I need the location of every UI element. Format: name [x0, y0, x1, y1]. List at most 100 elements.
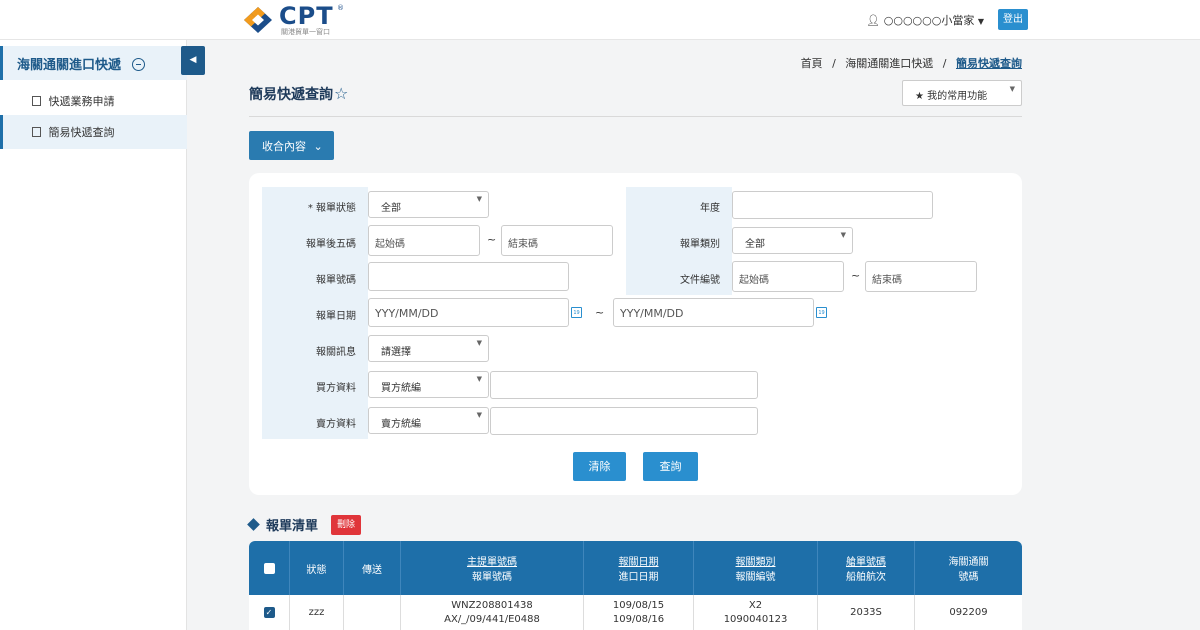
logo-text: CPT	[279, 2, 334, 30]
divider	[249, 116, 1022, 117]
header-select-all[interactable]	[249, 541, 290, 595]
last5-start-placeholder: 起始碼	[375, 239, 405, 250]
buyer-id-select[interactable]: 買方統編 ▼	[368, 371, 489, 398]
cell-declaration: AX/_/09/441/E0488	[444, 613, 540, 625]
favorites-dropdown[interactable]: ★ 我的常用功能 ▼	[902, 80, 1022, 106]
select-all-checkbox[interactable]	[263, 562, 275, 574]
form-icon	[32, 96, 41, 106]
cell-report-date: 109/08/15	[612, 599, 665, 611]
table-cell: 2033S	[818, 595, 915, 630]
cell-import-date: 109/08/16	[612, 613, 665, 625]
type-value: 全部	[745, 239, 765, 250]
header-type[interactable]: 報關類別 報關編號	[694, 541, 818, 595]
collapse-minus-icon[interactable]	[131, 58, 145, 71]
cell-status: zzz	[308, 606, 325, 618]
header-customs: 海關通關 號碼	[915, 541, 1022, 595]
header-declaration-label: 報單號碼	[472, 572, 512, 583]
breadcrumb-middle[interactable]: 海關通關進口快遞	[845, 57, 933, 70]
top-bar: CPT ® 關港貿單一窗口 👤︎ ○○○○○○小當家 ▼ 登出	[0, 0, 1200, 40]
status-select[interactable]: 全部 ▼	[368, 191, 489, 218]
status-label: * 報單狀態	[262, 187, 368, 223]
sidebar: 海關通關進口快遞 快遞業務申請 簡易快遞查詢	[0, 40, 187, 630]
table-cell: 092209	[915, 595, 1022, 630]
breadcrumb-current[interactable]: 簡易快遞查詢	[956, 57, 1022, 70]
diamond-icon	[247, 518, 260, 531]
header-import-date-label: 進口日期	[618, 572, 659, 583]
breadcrumb-home[interactable]: 首頁	[801, 57, 823, 70]
status-value: 全部	[381, 203, 401, 214]
header-status-label: 狀態	[306, 564, 327, 576]
delete-button[interactable]: 刪除	[331, 515, 361, 535]
row-select-cell[interactable]: ✓	[249, 595, 290, 630]
last5-start-input[interactable]: 起始碼	[368, 225, 480, 256]
date-end-placeholder: YYY/MM/DD	[620, 307, 684, 320]
user-icon: 👤︎	[866, 14, 881, 27]
sidebar-item-label: 簡易快遞查詢	[48, 126, 115, 139]
calendar-icon[interactable]: 19	[571, 307, 582, 318]
logout-button[interactable]: 登出	[998, 9, 1028, 30]
docno-label: 文件編號	[626, 259, 732, 295]
number-label: 報單號碼	[262, 259, 368, 295]
sidebar-item-label: 快遞業務申請	[48, 95, 115, 108]
clear-button[interactable]: 清除	[573, 452, 626, 481]
header-type-label[interactable]: 報關類別	[736, 553, 776, 568]
caret-down-icon: ▼	[476, 375, 482, 383]
breadcrumb: 首頁 / 海關通關進口快遞 / 簡易快遞查詢	[801, 55, 1022, 71]
date-end-input[interactable]: YYY/MM/DD	[613, 298, 814, 327]
sidebar-item-simple-express-query[interactable]: 簡易快遞查詢	[0, 115, 187, 149]
calendar-icon[interactable]: 19	[816, 307, 827, 318]
date-start-placeholder: YYY/MM/DD	[375, 307, 439, 320]
caret-down-icon: ▼	[476, 411, 482, 419]
user-name: ○○○○○○小當家	[883, 14, 975, 27]
docno-start-placeholder: 起始碼	[739, 275, 769, 286]
header-manifest-label[interactable]: 艙單號碼	[846, 553, 886, 568]
cell-type-no: 1090040123	[723, 613, 788, 625]
page-title: 簡易快遞查詢	[249, 87, 333, 103]
range-tilde: ~	[487, 233, 497, 246]
table-cell: WNZ208801438 AX/_/09/441/E0488	[401, 595, 584, 630]
docno-start-input[interactable]: 起始碼	[732, 261, 844, 292]
table-cell: X2 1090040123	[694, 595, 818, 630]
seller-input[interactable]	[490, 407, 758, 435]
header-report-date-label[interactable]: 報關日期	[619, 553, 659, 568]
user-menu[interactable]: 👤︎ ○○○○○○小當家 ▼	[866, 12, 984, 28]
row-checkbox[interactable]: ✓	[263, 607, 275, 618]
last5-end-input[interactable]: 結束碼	[501, 225, 613, 256]
collapse-content-button[interactable]: 收合內容 ⌄	[249, 131, 334, 160]
number-input[interactable]	[368, 262, 569, 291]
breadcrumb-separator: /	[942, 57, 947, 70]
sidebar-item-express-application[interactable]: 快遞業務申請	[0, 84, 187, 118]
favorite-star-icon[interactable]: ☆	[334, 84, 348, 103]
clipboard-icon	[32, 127, 41, 137]
buyer-input[interactable]	[490, 371, 758, 399]
header-status: 狀態	[290, 541, 344, 595]
search-button[interactable]: 查詢	[643, 452, 698, 481]
range-tilde: ~	[595, 306, 605, 319]
message-label: 報關訊息	[262, 331, 368, 367]
seller-id-select[interactable]: 賣方統編 ▼	[368, 407, 489, 434]
message-select[interactable]: 請選擇 ▼	[368, 335, 489, 362]
header-vessel[interactable]: 艙單號碼 船舶航次	[818, 541, 915, 595]
caret-down-icon: ▼	[840, 231, 846, 239]
last5-end-placeholder: 結束碼	[508, 239, 538, 250]
header-master-label[interactable]: 主提單號碼	[467, 553, 517, 568]
year-label: 年度	[626, 187, 732, 223]
favorites-label: 我的常用功能	[927, 91, 988, 102]
sidebar-heading[interactable]: 海關通關進口快遞	[0, 46, 187, 80]
header-date[interactable]: 報關日期 進口日期	[584, 541, 694, 595]
star-icon: ★	[915, 91, 924, 102]
docno-end-input[interactable]: 結束碼	[865, 261, 977, 292]
header-master[interactable]: 主提單號碼 報單號碼	[401, 541, 584, 595]
list-title: 報單清單	[247, 515, 318, 534]
type-select[interactable]: 全部 ▼	[732, 227, 853, 254]
range-tilde: ~	[851, 269, 861, 282]
cpt-logo-mark-icon	[244, 7, 272, 33]
date-start-input[interactable]: YYY/MM/DD	[368, 298, 569, 327]
caret-down-icon: ▼	[476, 339, 482, 347]
header-customs-label: 海關通關	[948, 557, 989, 568]
sidebar-toggle-button[interactable]: ◀	[181, 46, 205, 75]
year-input[interactable]	[732, 191, 933, 219]
buyer-id-value: 買方統編	[381, 383, 421, 394]
header-send: 傳送	[344, 541, 401, 595]
collapse-content-label: 收合內容	[262, 140, 306, 153]
